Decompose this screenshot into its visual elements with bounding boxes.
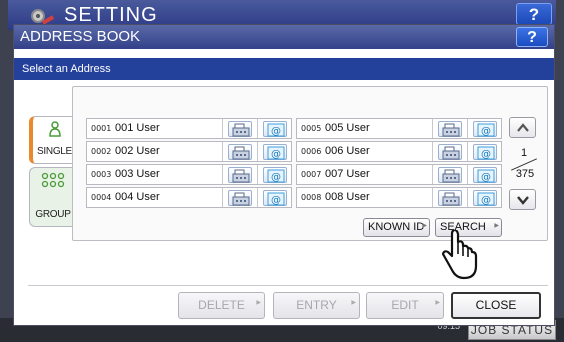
fax-icon[interactable]: [228, 144, 252, 160]
address-number: 0005: [301, 124, 322, 133]
fax-icon[interactable]: [438, 121, 462, 137]
row-divider: [467, 142, 468, 161]
edit-label: EDIT: [391, 298, 419, 312]
list-item[interactable]: 0002 002 User @: [86, 141, 292, 162]
single-user-icon: [48, 121, 61, 137]
chevron-up-icon: [517, 123, 529, 132]
address-name: 005 User: [325, 122, 370, 134]
row-divider: [432, 119, 433, 138]
address-number: 0006: [301, 147, 322, 156]
fax-icon[interactable]: [438, 167, 462, 183]
setting-gear-icon: [31, 9, 55, 25]
address-number: 0003: [91, 170, 112, 179]
fax-icon[interactable]: [228, 190, 252, 206]
tab-single[interactable]: SINGLE: [29, 116, 76, 164]
email-icon[interactable]: @: [473, 121, 497, 137]
address-name: 001 User: [115, 122, 160, 134]
close-button[interactable]: CLOSE: [451, 292, 541, 319]
row-divider: [222, 188, 223, 207]
row-divider: [467, 188, 468, 207]
list-item[interactable]: 0007 007 User @: [296, 164, 502, 185]
list-item[interactable]: 0006 006 User @: [296, 141, 502, 162]
address-name: 006 User: [325, 145, 370, 157]
email-icon[interactable]: @: [263, 121, 287, 137]
list-item[interactable]: 0001 001 User @: [86, 118, 292, 139]
address-number: 0001: [91, 124, 112, 133]
tab-group-label: GROUP: [35, 209, 71, 220]
page-down-button[interactable]: [509, 189, 536, 210]
row-divider: [432, 142, 433, 161]
fax-icon[interactable]: [438, 190, 462, 206]
known-id-button[interactable]: KNOWN ID ▶: [363, 218, 430, 237]
address-name: 008 User: [325, 191, 370, 203]
address-name: 004 User: [115, 191, 160, 203]
chevron-down-icon: [517, 196, 529, 205]
arrow-icon: ▶: [422, 223, 427, 229]
address-name: 007 User: [325, 168, 370, 180]
tab-group[interactable]: GROUP: [29, 167, 76, 227]
arrow-icon: ▶: [494, 223, 499, 229]
total-pages: 375: [515, 168, 535, 180]
close-label: CLOSE: [475, 298, 517, 312]
footer-divider: [28, 285, 548, 286]
svg-text:@: @: [271, 172, 281, 183]
dialog-title: ADDRESS BOOK: [14, 25, 554, 49]
known-id-label: KNOWN ID: [368, 221, 425, 233]
row-divider: [467, 165, 468, 184]
svg-text:@: @: [481, 195, 491, 206]
email-icon[interactable]: @: [473, 167, 497, 183]
dialog-help-button[interactable]: ?: [516, 27, 548, 47]
email-icon[interactable]: @: [263, 167, 287, 183]
delete-button[interactable]: DELETE ▶: [178, 292, 265, 319]
svg-text:@: @: [271, 195, 281, 206]
entry-label: ENTRY: [296, 298, 337, 312]
row-divider: [467, 119, 468, 138]
address-name: 002 User: [115, 145, 160, 157]
arrow-icon: ▶: [435, 300, 440, 306]
current-page: 1: [520, 147, 528, 159]
fax-icon[interactable]: [438, 144, 462, 160]
setting-help-button[interactable]: ?: [516, 3, 552, 25]
address-name: 003 User: [115, 168, 160, 180]
instruction-message: Select an Address: [14, 58, 554, 80]
email-icon[interactable]: @: [473, 144, 497, 160]
row-divider: [222, 165, 223, 184]
svg-text:@: @: [481, 126, 491, 137]
list-item[interactable]: 0005 005 User @: [296, 118, 502, 139]
row-divider: [432, 188, 433, 207]
page-up-button[interactable]: [509, 117, 536, 138]
address-number: 0002: [91, 147, 112, 156]
edit-button[interactable]: EDIT ▶: [366, 292, 444, 319]
address-number: 0008: [301, 193, 322, 202]
address-number: 0004: [91, 193, 112, 202]
fax-icon[interactable]: [228, 121, 252, 137]
row-divider: [432, 165, 433, 184]
hand-pointer-icon: [441, 230, 478, 280]
row-divider: [257, 119, 258, 138]
address-number: 0007: [301, 170, 322, 179]
list-item[interactable]: 0004 004 User @: [86, 187, 292, 208]
svg-text:@: @: [271, 126, 281, 137]
delete-label: DELETE: [198, 298, 245, 312]
fax-icon[interactable]: [228, 167, 252, 183]
group-users-icon: [41, 172, 65, 188]
row-divider: [257, 188, 258, 207]
email-icon[interactable]: @: [263, 144, 287, 160]
svg-text:@: @: [481, 172, 491, 183]
row-divider: [222, 142, 223, 161]
arrow-icon: ▶: [256, 300, 261, 306]
email-icon[interactable]: @: [473, 190, 497, 206]
list-item[interactable]: 0008 008 User @: [296, 187, 502, 208]
entry-button[interactable]: ENTRY ▶: [273, 292, 360, 319]
email-icon[interactable]: @: [263, 190, 287, 206]
arrow-icon: ▶: [351, 300, 356, 306]
svg-text:@: @: [481, 149, 491, 160]
row-divider: [257, 142, 258, 161]
row-divider: [257, 165, 258, 184]
tab-single-label: SINGLE: [37, 146, 72, 157]
svg-text:@: @: [271, 149, 281, 160]
row-divider: [222, 119, 223, 138]
list-item[interactable]: 0003 003 User @: [86, 164, 292, 185]
